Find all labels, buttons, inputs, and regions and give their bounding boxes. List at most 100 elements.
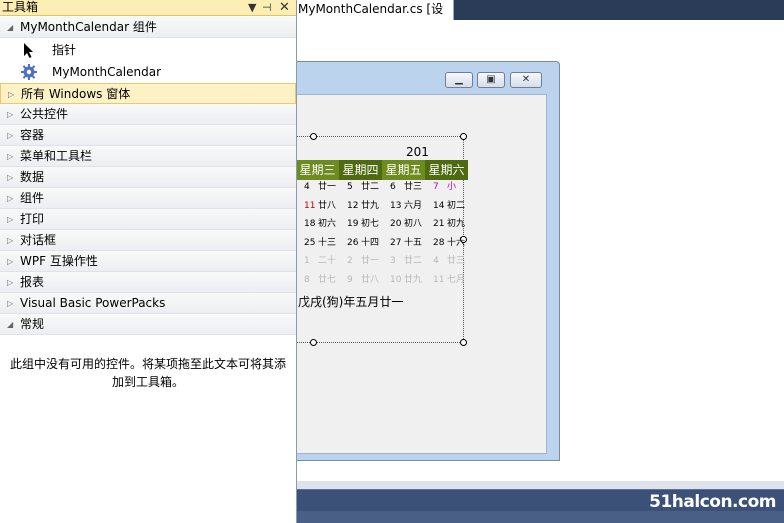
calendar-lunar-day: 小 — [447, 182, 457, 192]
toolbox-group-label: 常规 — [20, 317, 45, 331]
document-tab[interactable]: MyMonthCalendar.cs [设计] — [296, 0, 454, 35]
calendar-lunar-day: 十六 — [447, 237, 466, 248]
toolbox-group-label: WPF 互操作性 — [20, 254, 98, 268]
calendar-day-cell[interactable]: 25 十三 — [296, 234, 338, 252]
dropdown-icon[interactable]: ▼ — [248, 0, 256, 15]
toolbox-group-label: MyMonthCalendar 组件 — [20, 20, 157, 34]
toolbox-group-dialogs[interactable]: ▷ 对话框 — [0, 230, 296, 251]
calendar-day-number: 18 — [304, 219, 316, 229]
toolbox-item-label: MyMonthCalendar — [52, 65, 162, 79]
expand-arrow-icon: ▷ — [8, 90, 15, 99]
expand-arrow-icon: ▷ — [7, 131, 14, 140]
toolbox-item-pointer[interactable]: 指针 — [0, 39, 296, 61]
calendar-day-number: 2 — [347, 256, 353, 266]
toolbox-group-data[interactable]: ▷ 数据 — [0, 167, 296, 188]
calendar-lunar-day: 廿七 — [318, 274, 337, 285]
toolbox-empty-message: 此组中没有可用的控件。将某项拖至此文本可将其添加到工具箱。 — [10, 357, 287, 389]
bottom-band — [296, 511, 784, 523]
calendar-day-cell[interactable]: 4 廿一 — [296, 178, 338, 196]
expand-arrow-icon: ▷ — [7, 152, 14, 161]
calendar-day-cell[interactable]: 28 十六 — [425, 234, 467, 252]
toolbox-group-vb-powerpacks[interactable]: ▷ Visual Basic PowerPacks — [0, 293, 296, 314]
calendar-day-cell[interactable]: 20 初八 — [382, 215, 424, 233]
toolbox-group-mymonthcalendar[interactable]: ◢ MyMonthCalendar 组件 — [0, 17, 296, 38]
bottom-band — [296, 481, 784, 489]
calendar-day-number: 1 — [304, 256, 310, 266]
calendar-day-cell[interactable]: 11 七月 — [425, 271, 467, 289]
calendar-day-cell[interactable]: 11 廿八 — [296, 197, 338, 215]
toolbox-item-mymonthcalendar[interactable]: MyMonthCalendar — [0, 61, 296, 83]
calendar-day-cell[interactable]: 21 初九 — [425, 215, 467, 233]
calendar-day-cell[interactable]: 2 廿一 — [339, 252, 381, 270]
calendar-day-cell[interactable]: 26 十四 — [339, 234, 381, 252]
calendar-day-number: 13 — [390, 200, 402, 211]
toolbox-group-label: 数据 — [20, 170, 45, 184]
expand-arrow-icon: ▷ — [7, 278, 14, 287]
toolbox-panel: 工具箱 ▼ ⊣ ✕ ◢ MyMonthCalendar 组件 指针 MyMont… — [0, 0, 297, 523]
calendar-lunar-day: 七月 — [447, 274, 466, 285]
calendar-lunar-day: 廿九 — [361, 200, 380, 211]
calendar-day-cell[interactable]: 12 廿九 — [339, 197, 381, 215]
expand-arrow-icon: ▷ — [7, 299, 14, 308]
expand-arrow-icon: ▷ — [7, 236, 14, 245]
toolbox-group-label: 对话框 — [20, 233, 57, 247]
weekday-label: 星期三 — [299, 163, 336, 177]
form-close-icon: ✕ — [521, 74, 531, 85]
pin-icon[interactable]: ⊣ — [262, 0, 272, 15]
calendar-day-cell[interactable]: 13 六月 — [382, 197, 424, 215]
toolbox-group-label: Visual Basic PowerPacks — [20, 296, 166, 310]
calendar-day-cell[interactable]: 27 十五 — [382, 234, 424, 252]
toolbox-group-printing[interactable]: ▷ 打印 — [0, 209, 296, 230]
toolbox-group-components[interactable]: ▷ 组件 — [0, 188, 296, 209]
calendar-lunar-day: 十三 — [318, 237, 337, 248]
toolbox-group-label: 公共控件 — [20, 107, 69, 121]
toolbox-group-reporting[interactable]: ▷ 报表 — [0, 272, 296, 293]
calendar-lunar-day: 六月 — [404, 200, 423, 211]
calendar-day-cell[interactable]: 19 初七 — [339, 215, 381, 233]
calendar-day-cell[interactable]: 10 廿九 — [382, 271, 424, 289]
toolbox-group-label: 打印 — [20, 212, 45, 226]
calendar-day-number: 14 — [433, 200, 445, 211]
close-icon[interactable]: ✕ — [279, 0, 290, 15]
calendar-day-cell[interactable]: 7小 — [425, 178, 467, 196]
minimize-icon: ▁ — [455, 74, 463, 85]
toolbox-group-general[interactable]: ◢ 常规 — [0, 314, 296, 335]
calendar-day-cell[interactable]: 14 初二 — [425, 197, 467, 215]
toolbox-group-wpf-interop[interactable]: ▷ WPF 互操作性 — [0, 251, 296, 272]
calendar-day-cell[interactable]: 1 二十 — [296, 252, 338, 270]
expand-arrow-icon: ▷ — [7, 194, 14, 203]
resize-handle[interactable] — [460, 339, 467, 346]
toolbox-group-label: 报表 — [20, 275, 45, 289]
form-close-button[interactable]: ✕ — [510, 72, 542, 88]
calendar-day-cell[interactable]: 5 廿二 — [339, 178, 381, 196]
resize-handle[interactable] — [310, 339, 317, 346]
toolbox-group-common-controls[interactable]: ▷ 公共控件 — [0, 104, 296, 125]
gear-icon — [21, 64, 37, 80]
minimize-button[interactable]: ▁ — [445, 72, 473, 88]
month-calendar[interactable]: 201 星期三 星期四 星期五 星期六 4 廿一 5 廿二 6 廿三 7 小 11 廿八 12 廿九 1… — [296, 138, 468, 338]
pointer-icon — [24, 43, 33, 58]
toolbox-group-containers[interactable]: ▷ 容器 — [0, 125, 296, 146]
design-surface[interactable]: ▁ ▣ ✕ 201 星期三 星期四 星期五 星期六 4 廿一 5 廿二 6 廿三 7 小 11 廿… — [286, 23, 784, 481]
calendar-day-number: 4 — [304, 182, 310, 192]
calendar-day-cell[interactable]: 4 廿三 — [425, 252, 467, 270]
toolbox-group-label: 容器 — [20, 128, 45, 142]
calendar-day-number: 11 — [433, 274, 445, 285]
maximize-button[interactable]: ▣ — [477, 72, 505, 88]
calendar-day-cell[interactable]: 18 初六 — [296, 215, 338, 233]
expand-arrow-icon: ▷ — [7, 215, 14, 224]
calendar-day-number: 21 — [433, 219, 445, 229]
calendar-day-cell[interactable]: 3 廿二 — [382, 252, 424, 270]
calendar-day-number: 25 — [304, 237, 316, 248]
toolbox-group-label: 所有 Windows 窗体 — [21, 87, 131, 101]
calendar-day-cell[interactable]: 6 廿三 — [382, 178, 424, 196]
toolbox-group-menus-toolbars[interactable]: ▷ 菜单和工具栏 — [0, 146, 296, 167]
expand-arrow-icon: ▷ — [7, 110, 14, 119]
toolbox-group-all-windows-forms[interactable]: ▷ 所有 Windows 窗体 — [0, 83, 296, 104]
calendar-day-cell[interactable]: 8 廿七 — [296, 271, 338, 289]
calendar-day-number: 10 — [390, 274, 402, 285]
calendar-day-number: 11 — [304, 200, 316, 211]
calendar-day-cell[interactable]: 9 廿八 — [339, 271, 381, 289]
calendar-lunar-day: 初二 — [447, 200, 466, 211]
calendar-day-number: 19 — [347, 219, 359, 229]
